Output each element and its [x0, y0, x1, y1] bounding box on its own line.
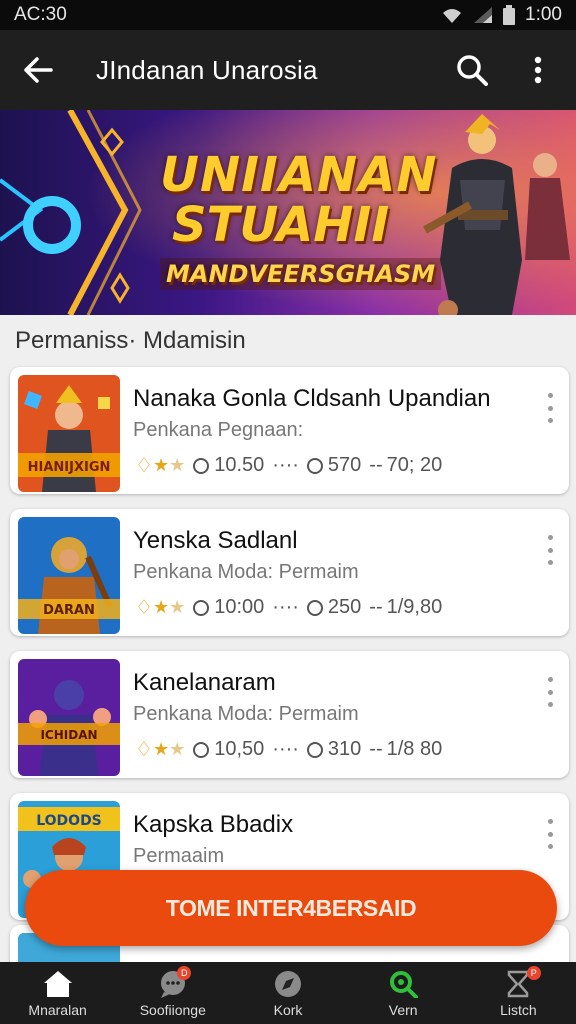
star-icon: ★ [169, 739, 186, 759]
flame-icon: ♢ [135, 597, 153, 619]
nav-item-search[interactable]: Vern [346, 962, 461, 1024]
game-thumbnail: HIANIJXIGN [18, 375, 120, 492]
star-icon: ★ [169, 597, 186, 617]
compass-icon [275, 971, 301, 997]
item-meta: ♢ ★ ★ 10:00 ···· 250 -- 1/9,80 [135, 595, 442, 620]
search-icon [457, 55, 488, 86]
item-subtitle: Penkana Pegnaan: [133, 419, 304, 441]
item-title: Yenska Sadlanl [133, 527, 298, 554]
item-stat-1: 10:00 [214, 596, 265, 618]
battery-icon [503, 5, 516, 25]
item-subtitle: Penkana Moda: Permaim [133, 561, 359, 583]
nav-label: Vern [388, 1002, 418, 1018]
game-thumbnail: DARAN [18, 517, 120, 634]
circle-icon [306, 457, 323, 474]
notification-badge: P [526, 966, 541, 980]
nav-item-explore[interactable]: Kork [230, 962, 345, 1024]
nav-label: Soofiionge [139, 1002, 206, 1018]
arrow-left-icon [24, 57, 53, 83]
flame-icon: ♢ [135, 739, 153, 761]
star-icon: ★ [169, 455, 186, 475]
search-icon [390, 971, 419, 998]
page-title: JIndanan Unarosia [96, 54, 318, 85]
flame-icon: ♢ [135, 455, 153, 477]
clock-icon [193, 457, 210, 474]
banner-line-1: UNIIANAN [160, 147, 438, 203]
item-menu-button[interactable] [543, 535, 557, 565]
circle-icon [306, 741, 323, 758]
banner-line-3: MANDVEERSGHASM [160, 258, 442, 290]
status-time: 1:00 [525, 4, 562, 25]
svg-text:LODODS: LODODS [36, 813, 102, 829]
item-meta: ♢ ★ ★ 10.50 ···· 570 -- 70; 20 [135, 453, 442, 478]
search-button[interactable] [450, 48, 494, 92]
item-stat-2: 250 [327, 596, 362, 618]
banner-line-2: STUAHII [172, 197, 390, 253]
item-stat-2: 570 [327, 454, 362, 476]
back-button[interactable] [16, 48, 60, 92]
item-subtitle: Permaaim [133, 845, 225, 867]
item-stat-1: 10.50 [214, 454, 265, 476]
banner-headline: UNIIANAN STUAHII MANDVEERSGHASM [160, 147, 442, 290]
nav-item-home[interactable]: Mnaralan [0, 962, 115, 1024]
content-area: Permaniss· Mdamisin HIANIJXIGN Nanaka Go… [0, 315, 576, 962]
wifi-icon [443, 9, 462, 23]
item-title: Nanaka Gonla Cldsanh Upandian [133, 385, 491, 412]
separator: ···· [272, 738, 299, 760]
item-title: Kapska Bbadix [133, 811, 294, 838]
item-stat-2: 310 [327, 738, 362, 760]
item-subtitle: Penkana Moda: Permaim [133, 703, 359, 725]
clock-icon [193, 741, 210, 758]
nav-label: Mnaralan [28, 1002, 87, 1018]
list-item[interactable]: DARAN Yenska Sadlanl Penkana Moda: Perma… [10, 509, 569, 636]
item-menu-button[interactable] [543, 819, 557, 849]
separator: -- [369, 454, 383, 476]
nav-label: Kork [273, 1002, 303, 1018]
status-icons: 1:00 [441, 4, 562, 26]
separator: ···· [272, 596, 299, 618]
status-bar: AC:30 1:00 [0, 0, 576, 30]
notification-badge: D [177, 966, 192, 980]
star-icon: ★ [152, 597, 170, 617]
item-menu-button[interactable] [543, 393, 557, 423]
item-title: Kanelanaram [133, 669, 276, 696]
star-icon: ★ [152, 739, 170, 759]
primary-action-button[interactable]: TOME INTER4BERSAID [25, 870, 557, 946]
circle-icon [306, 599, 323, 616]
signal-icon [474, 7, 493, 23]
bottom-nav: Mnaralan D Soofiionge Kork Vern P Listch [0, 962, 576, 1024]
status-carrier: AC:30 [14, 4, 67, 25]
item-stat-3: 1/9,80 [386, 596, 443, 618]
separator: -- [369, 738, 383, 760]
list-item[interactable]: HIANIJXIGN Nanaka Gonla Cldsanh Upandian… [10, 367, 569, 494]
more-vert-icon [534, 56, 542, 84]
app-bar: JIndanan Unarosia [0, 30, 576, 110]
star-icon: ★ [152, 455, 170, 475]
item-stat-1: 10,50 [214, 738, 265, 760]
separator: -- [369, 596, 383, 618]
svg-text:ICHIDAN: ICHIDAN [40, 728, 97, 742]
svg-text:DARAN: DARAN [43, 603, 95, 618]
game-thumbnail: ICHIDAN [18, 659, 120, 776]
list-item[interactable]: ICHIDAN Kanelanaram Penkana Moda: Permai… [10, 651, 569, 778]
promo-banner[interactable]: UNIIANAN STUAHII MANDVEERSGHASM [0, 110, 576, 315]
item-stat-3: 70; 20 [386, 454, 443, 476]
clock-icon [193, 599, 210, 616]
item-menu-button[interactable] [543, 677, 557, 707]
item-meta: ♢ ★ ★ 10,50 ···· 310 -- 1/8 80 [135, 737, 442, 762]
svg-text:HIANIJXIGN: HIANIJXIGN [28, 460, 111, 475]
overflow-menu-button[interactable] [516, 48, 560, 92]
nav-item-list[interactable]: P Listch [461, 962, 576, 1024]
item-stat-3: 1/8 80 [386, 738, 443, 760]
nav-label: Listch [500, 1002, 537, 1018]
home-icon [43, 971, 72, 997]
separator: ···· [272, 454, 299, 476]
section-title: Permaniss· Mdamisin [15, 327, 246, 354]
nav-item-chat[interactable]: D Soofiionge [115, 962, 230, 1024]
